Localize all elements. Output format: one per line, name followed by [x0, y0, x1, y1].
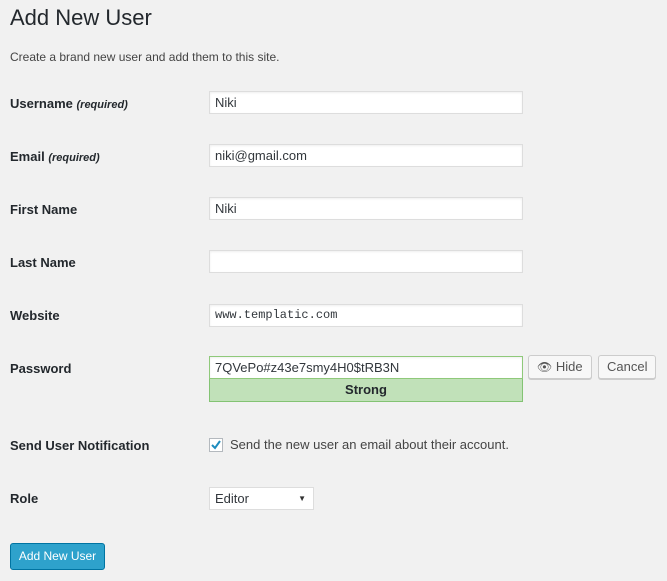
checkmark-icon — [211, 440, 221, 450]
password-label: Password — [10, 361, 72, 376]
username-label: Username (required) — [10, 96, 128, 111]
dropdown-arrow-icon: ▼ — [298, 494, 306, 503]
eye-slash-icon: 👁︎ — [537, 360, 553, 374]
email-input[interactable]: niki@gmail.com — [209, 144, 523, 167]
username-label-text: Username — [10, 96, 73, 111]
required-note: (required) — [76, 99, 128, 111]
last-name-label: Last Name — [10, 255, 76, 270]
website-input[interactable]: www.templatic.com — [209, 304, 523, 327]
page-title: Add New User — [10, 5, 152, 30]
password-strength-meter: Strong — [209, 379, 523, 402]
password-input[interactable]: 7QVePo#z43e7smy4H0$tRB3N — [209, 356, 523, 379]
add-new-user-button[interactable]: Add New User — [10, 543, 105, 570]
cancel-password-button[interactable]: Cancel — [598, 355, 657, 379]
first-name-label: First Name — [10, 202, 78, 217]
notification-label: Send User Notification — [10, 438, 150, 453]
website-label: Website — [10, 308, 60, 323]
required-note: (required) — [48, 152, 100, 164]
username-input[interactable]: Niki — [209, 91, 523, 114]
hide-password-button[interactable]: 👁︎ Hide — [528, 355, 592, 379]
notification-checkbox-label[interactable]: Send the new user an email about their a… — [230, 437, 509, 452]
notification-checkbox[interactable] — [209, 438, 223, 452]
email-label: Email (required) — [10, 149, 100, 164]
role-selected-value: Editor — [215, 491, 249, 506]
role-label: Role — [10, 491, 39, 506]
hide-label: Hide — [555, 359, 583, 374]
first-name-input[interactable]: Niki — [209, 197, 523, 220]
email-label-text: Email — [10, 149, 45, 164]
last-name-input[interactable] — [209, 250, 523, 273]
role-select[interactable]: Editor ▼ — [209, 487, 314, 510]
page-description: Create a brand new user and add them to … — [10, 50, 280, 64]
